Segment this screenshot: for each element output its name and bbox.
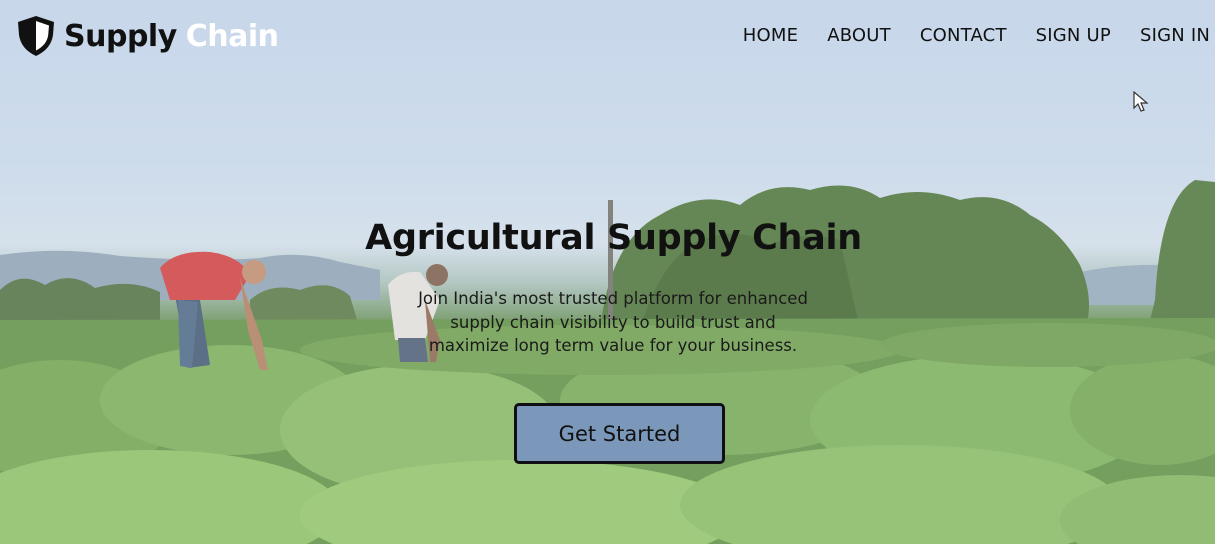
nav-contact[interactable]: CONTACT xyxy=(920,25,1007,46)
main-nav: HOME ABOUT CONTACT SIGN UP SIGN IN xyxy=(743,25,1210,46)
hero-section: Supply Chain HOME ABOUT CONTACT SIGN UP … xyxy=(0,0,1215,544)
nav-sign-in[interactable]: SIGN IN xyxy=(1140,25,1210,46)
nav-about[interactable]: ABOUT xyxy=(827,25,891,46)
logo-word-chain: Chain xyxy=(185,18,279,54)
nav-home[interactable]: HOME xyxy=(743,25,798,46)
hero-title: Agricultural Supply Chain xyxy=(365,218,862,258)
pointer-arrow-icon xyxy=(1133,91,1149,112)
get-started-button[interactable]: Get Started xyxy=(514,403,725,464)
hero-subtitle: Join India's most trusted platform for e… xyxy=(418,289,808,355)
logo-word-supply: Supply xyxy=(64,18,177,54)
shield-icon xyxy=(18,16,54,56)
nav-sign-up[interactable]: SIGN UP xyxy=(1036,25,1111,46)
logo[interactable]: Supply Chain xyxy=(16,14,279,58)
navbar: Supply Chain HOME ABOUT CONTACT SIGN UP … xyxy=(0,0,1215,76)
